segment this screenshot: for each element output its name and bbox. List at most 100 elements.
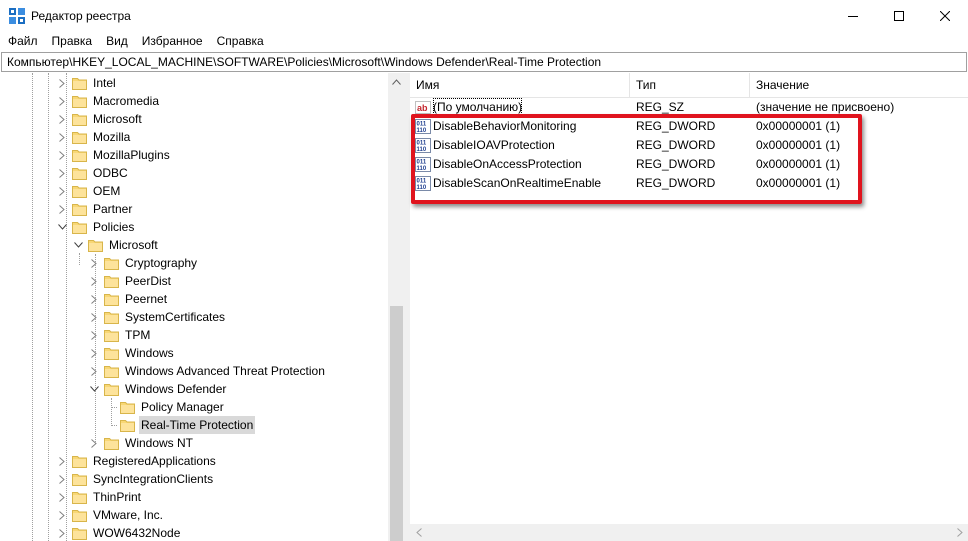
chevron-right-icon[interactable] bbox=[56, 506, 68, 524]
scroll-thumb[interactable] bbox=[390, 306, 403, 541]
tree-item[interactable]: Mozilla bbox=[56, 128, 132, 146]
close-icon bbox=[940, 10, 950, 21]
value-data: 0x00000001 (1) bbox=[756, 119, 841, 133]
tree-item[interactable]: Windows Advanced Threat Protection bbox=[88, 362, 327, 380]
value-type: REG_SZ bbox=[636, 100, 685, 114]
registry-tree[interactable]: Intel Macromedia Microsoft Mozilla MozillaPl… bbox=[0, 73, 405, 541]
svg-text:011: 011 bbox=[417, 141, 427, 147]
chevron-left-icon bbox=[415, 528, 422, 537]
value-row[interactable]: ab (По умолчанию) REG_SZ (значение не присв… bbox=[410, 98, 968, 117]
chevron-right-icon[interactable] bbox=[88, 344, 100, 362]
chevron-down-icon[interactable] bbox=[88, 380, 100, 398]
tree-item[interactable]: PeerDist bbox=[88, 272, 173, 290]
tree-connector bbox=[48, 73, 49, 541]
tree-item[interactable]: Real-Time Protection bbox=[104, 416, 256, 434]
scroll-right-button[interactable] bbox=[951, 524, 968, 541]
value-name: DisableIOAVProtection bbox=[433, 138, 555, 152]
tree-item[interactable]: ThinPrint bbox=[56, 488, 143, 506]
close-button[interactable] bbox=[922, 0, 968, 31]
column-header-value[interactable]: Значение bbox=[750, 73, 968, 98]
value-row[interactable]: 011 110 DisableScanOnRealtimeEnable REG_DWO… bbox=[410, 174, 968, 193]
tree-item[interactable]: Cryptography bbox=[88, 254, 199, 272]
tree-item[interactable]: SyncIntegrationClients bbox=[56, 470, 215, 488]
tree-item[interactable]: ODBC bbox=[56, 164, 130, 182]
chevron-right-icon[interactable] bbox=[88, 254, 100, 272]
list-horizontal-scrollbar[interactable] bbox=[410, 524, 968, 541]
menu-help[interactable]: Справка bbox=[210, 31, 271, 51]
values-list[interactable]: Имя Тип Значение ab (По умолчанию) REG_SZ (… bbox=[410, 73, 968, 541]
menu-view[interactable]: Вид bbox=[99, 31, 135, 51]
menu-file[interactable]: Файл bbox=[0, 31, 45, 51]
tree-item[interactable]: Policy Manager bbox=[104, 398, 226, 416]
tree-item[interactable]: Policies bbox=[56, 218, 136, 236]
chevron-down-icon[interactable] bbox=[56, 218, 68, 236]
chevron-right-icon[interactable] bbox=[56, 74, 68, 92]
minimize-button[interactable] bbox=[830, 0, 876, 31]
chevron-right-icon[interactable] bbox=[88, 434, 100, 452]
scroll-left-button[interactable] bbox=[410, 524, 427, 541]
svg-text:ab: ab bbox=[417, 103, 428, 113]
column-header-type[interactable]: Тип bbox=[630, 73, 750, 98]
tree-item[interactable]: OEM bbox=[56, 182, 122, 200]
tree-item[interactable]: Intel bbox=[56, 74, 118, 92]
scroll-up-button[interactable] bbox=[388, 73, 405, 90]
tree-item[interactable]: Windows Defender bbox=[88, 380, 228, 398]
chevron-right-icon[interactable] bbox=[88, 272, 100, 290]
chevron-right-icon[interactable] bbox=[56, 452, 68, 470]
svg-text:110: 110 bbox=[417, 166, 427, 172]
tree-item-label: ODBC bbox=[93, 166, 128, 180]
tree-item[interactable]: VMware, Inc. bbox=[56, 506, 165, 524]
value-row[interactable]: 011 110 DisableOnAccessProtection REG_DWORD… bbox=[410, 155, 968, 174]
chevron-right-icon[interactable] bbox=[56, 488, 68, 506]
chevron-right-icon[interactable] bbox=[56, 470, 68, 488]
chevron-right-icon[interactable] bbox=[56, 164, 68, 182]
tree-item-label: Partner bbox=[93, 202, 133, 216]
folder-icon bbox=[72, 491, 87, 504]
tree-vertical-scrollbar[interactable] bbox=[388, 73, 405, 541]
chevron-right-icon[interactable] bbox=[88, 308, 100, 326]
chevron-right-icon[interactable] bbox=[88, 326, 100, 344]
chevron-down-icon[interactable] bbox=[72, 236, 84, 254]
window-title: Редактор реестра bbox=[31, 9, 131, 23]
menu-edit[interactable]: Правка bbox=[45, 31, 100, 51]
value-type: REG_DWORD bbox=[636, 176, 716, 190]
maximize-button[interactable] bbox=[876, 0, 922, 31]
tree-item-label: OEM bbox=[93, 184, 121, 198]
svg-text:110: 110 bbox=[417, 185, 427, 191]
tree-item[interactable]: Microsoft bbox=[72, 236, 160, 254]
value-row[interactable]: 011 110 DisableIOAVProtection REG_DWORD 0x00… bbox=[410, 136, 968, 155]
tree-item-label: Policy Manager bbox=[141, 400, 224, 414]
chevron-right-icon[interactable] bbox=[56, 524, 68, 541]
chevron-right-icon[interactable] bbox=[56, 182, 68, 200]
tree-item[interactable]: SystemCertificates bbox=[88, 308, 227, 326]
tree-item-label: SyncIntegrationClients bbox=[93, 472, 214, 486]
chevron-right-icon[interactable] bbox=[56, 110, 68, 128]
column-header-name[interactable]: Имя bbox=[410, 73, 630, 98]
chevron-right-icon[interactable] bbox=[88, 362, 100, 380]
menu-favorites[interactable]: Избранное bbox=[135, 31, 210, 51]
chevron-right-icon[interactable] bbox=[88, 290, 100, 308]
svg-text:110: 110 bbox=[417, 147, 427, 153]
address-bar[interactable]: Компьютер\HKEY_LOCAL_MACHINE\SOFTWARE\Po… bbox=[1, 52, 967, 72]
chevron-right-icon[interactable] bbox=[56, 200, 68, 218]
tree-item[interactable]: Windows NT bbox=[88, 434, 195, 452]
folder-icon bbox=[72, 203, 87, 216]
tree-item[interactable]: Windows bbox=[88, 344, 176, 362]
tree-item[interactable]: Partner bbox=[56, 200, 134, 218]
tree-item[interactable]: WOW6432Node bbox=[56, 524, 182, 541]
folder-icon bbox=[88, 239, 103, 252]
value-row[interactable]: 011 110 DisableBehaviorMonitoring REG_DWORD… bbox=[410, 117, 968, 136]
chevron-right-icon[interactable] bbox=[56, 128, 68, 146]
tree-item[interactable]: MozillaPlugins bbox=[56, 146, 172, 164]
tree-item[interactable]: TPM bbox=[88, 326, 152, 344]
chevron-right-icon[interactable] bbox=[56, 146, 68, 164]
chevron-right-icon[interactable] bbox=[56, 92, 68, 110]
tree-item[interactable]: Peernet bbox=[88, 290, 169, 308]
list-header: Имя Тип Значение bbox=[410, 73, 968, 98]
tree-item[interactable]: Microsoft bbox=[56, 110, 144, 128]
value-name: DisableBehaviorMonitoring bbox=[433, 119, 577, 133]
dword-value-icon: 011 110 bbox=[415, 138, 431, 153]
tree-item-label: Real-Time Protection bbox=[139, 416, 256, 434]
tree-item[interactable]: RegisteredApplications bbox=[56, 452, 218, 470]
tree-item[interactable]: Macromedia bbox=[56, 92, 161, 110]
